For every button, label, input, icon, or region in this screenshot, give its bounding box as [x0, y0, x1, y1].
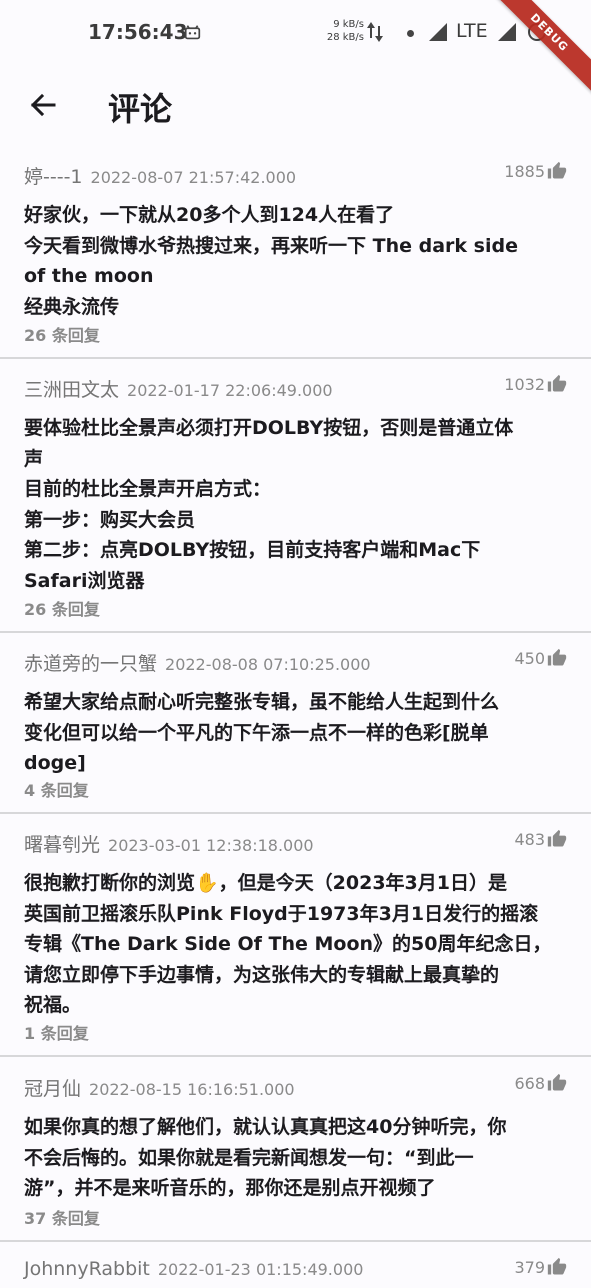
- signal-icon: [429, 23, 447, 41]
- like-count: 668: [514, 1074, 545, 1093]
- comment-text-line: 好家伙，一下就从20多个人到124人在看了: [24, 204, 395, 226]
- like-count: 483: [514, 830, 545, 849]
- alarm-icon: [184, 25, 201, 40]
- comment-header: JohnnyRabbit 2022-01-23 01:15:49.000 379: [24, 1257, 567, 1288]
- back-arrow-icon[interactable]: [24, 88, 60, 124]
- comment-text-line: 第一步：购买大会员: [24, 508, 196, 531]
- network-speed-up: 9 kB/s: [333, 19, 364, 30]
- comment-text-line: 第二步：点亮DOLBY按钮，目前支持客户端和Mac下: [24, 539, 481, 561]
- comment-text-line: 英国前卫摇滚乐队Pink Floyd于1973年3月1日发行的摇滚: [24, 902, 539, 925]
- comment-header: 曙暮刳光 2023-03-01 12:38:18.000 483: [24, 829, 567, 860]
- comment-date: 2022-08-08 07:10:25.000: [165, 655, 371, 674]
- network-speed: 9 kB/s 28 kB/s: [318, 18, 364, 44]
- app-bar: 评论: [0, 66, 591, 150]
- comment-text: 要体验杜比全景声必须打开DOLBY按钮，否则是普通立体 声 目前的杜比全景声开启…: [24, 413, 569, 596]
- data-transfer-icon: [367, 22, 383, 42]
- comment-text-line: 要体验杜比全景声必须打开DOLBY按钮，否则是普通立体: [24, 417, 514, 439]
- reply-count-link[interactable]: 26 条回复: [24, 596, 100, 620]
- comment-author[interactable]: 婷----1: [24, 166, 83, 188]
- comment-text: 很抱歉打断你的浏览✋，但是今天（2023年3月1日）是 英国前卫摇滚乐队Pink…: [24, 868, 569, 1021]
- comment-text: 希望大家给点耐心听完整张专辑，虽不能给人生起到什么 变化但可以给一个平凡的下午添…: [24, 687, 569, 779]
- status-bar: 17:56:43 9 kB/s 28 kB/s LTE: [0, 0, 591, 66]
- reply-count-link[interactable]: 4 条回复: [24, 777, 89, 801]
- comment-text-line: 经典永流传: [24, 295, 120, 318]
- comment-text-line: 专辑《The Dark Side Of The Moon》的50周年纪念日，: [24, 933, 552, 955]
- reply-count-link[interactable]: 1 条回复: [24, 1020, 89, 1044]
- comment-text-line: 不会后悔的。如果你就是看完新闻想发一句：“到此一: [24, 1146, 474, 1169]
- comment-date: 2023-03-01 12:38:18.000: [108, 836, 314, 855]
- page-title: 评论: [108, 90, 173, 128]
- comment-text-line: 声: [24, 447, 44, 470]
- comment-author[interactable]: 曙暮刳光: [24, 834, 100, 856]
- divider: [0, 1055, 591, 1057]
- comment-text-line: doge]: [24, 752, 86, 774]
- comment-header: 赤道旁的一只蟹 2022-08-08 07:10:25.000 450: [24, 648, 567, 679]
- comment-author[interactable]: JohnnyRabbit: [24, 1258, 150, 1280]
- comment-header: 婷----1 2022-08-07 21:57:42.000 1885: [24, 161, 567, 192]
- comment-author[interactable]: 冠月仙: [24, 1078, 81, 1100]
- thumb-up-icon[interactable]: [547, 829, 567, 849]
- like-count: 1032: [504, 375, 545, 394]
- comment-text-line: 很抱歉打断你的浏览✋，但是今天（2023年3月1日）是: [24, 872, 507, 894]
- reply-count-link[interactable]: 37 条回复: [24, 1205, 100, 1229]
- comment-date: 2022-01-17 22:06:49.000: [127, 381, 333, 400]
- thumb-up-icon[interactable]: [547, 161, 567, 181]
- divider: [0, 812, 591, 814]
- comment-text: 好家伙，一下就从20多个人到124人在看了 今天看到微博水爷热搜过来，再来听一下…: [24, 200, 569, 322]
- thumb-up-icon[interactable]: [547, 374, 567, 394]
- comment-text-line: 请您立即停下手边事情，为这张伟大的专辑献上最真挚的: [24, 963, 500, 986]
- network-speed-down: 28 kB/s: [326, 32, 364, 43]
- comment-text-line: 变化但可以给一个平凡的下午添一点不一样的色彩[脱单: [24, 721, 489, 744]
- network-type: LTE: [456, 20, 488, 42]
- thumb-up-icon[interactable]: [547, 1257, 567, 1277]
- divider: [0, 357, 591, 359]
- like-count: 450: [514, 649, 545, 668]
- comment-text-line: 目前的杜比全景声开启方式：: [24, 478, 272, 500]
- comment-text-line: 今天看到微博水爷热搜过来，再来听一下 The dark side: [24, 234, 518, 257]
- divider: [0, 631, 591, 633]
- like-count: 379: [514, 1258, 545, 1277]
- comment-date: 2022-01-23 01:15:49.000: [157, 1260, 364, 1279]
- comment-date: 2022-08-15 16:16:51.000: [89, 1080, 295, 1099]
- comment-date: 2022-08-07 21:57:42.000: [90, 168, 297, 187]
- comment-header: 冠月仙 2022-08-15 16:16:51.000 668: [24, 1073, 567, 1104]
- like-count: 1885: [504, 162, 545, 181]
- comment-text-line: Safari浏览器: [24, 569, 145, 592]
- comment-text-line: 游”，并不是来听音乐的，那你还是别点开视频了: [24, 1177, 436, 1199]
- comment-text-line: of the moon: [24, 265, 154, 287]
- divider: [0, 1240, 591, 1242]
- signal-icon: [498, 23, 516, 41]
- status-time: 17:56:43: [88, 20, 188, 44]
- comment-author[interactable]: 赤道旁的一只蟹: [24, 653, 157, 675]
- thumb-up-icon[interactable]: [547, 648, 567, 668]
- thumb-up-icon[interactable]: [547, 1073, 567, 1093]
- comment-text-line: 如果你真的想了解他们，就认认真真把这40分钟听完，你: [24, 1116, 507, 1138]
- comment-header: 三洲田文太 2022-01-17 22:06:49.000 1032: [24, 374, 567, 405]
- notification-dot-icon: [407, 30, 414, 37]
- comment-text: 如果你真的想了解他们，就认认真真把这40分钟听完，你 不会后悔的。如果你就是看完…: [24, 1112, 569, 1204]
- reply-count-link[interactable]: 26 条回复: [24, 322, 100, 346]
- comment-text-line: 希望大家给点耐心听完整张专辑，虽不能给人生起到什么: [24, 691, 500, 713]
- comment-text-line: 祝福。: [24, 994, 82, 1016]
- comment-author[interactable]: 三洲田文太: [24, 379, 119, 401]
